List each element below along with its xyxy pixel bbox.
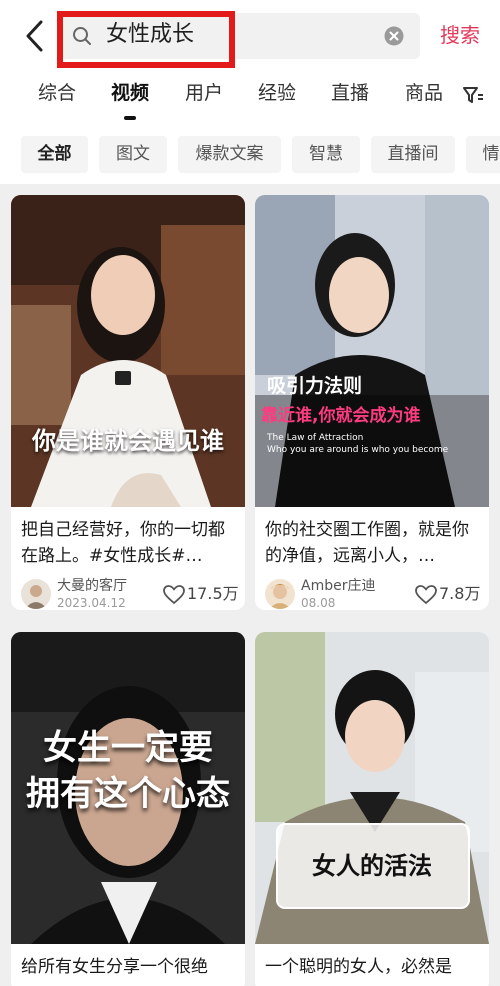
author-name[interactable]: 大曼的客厅	[57, 577, 127, 595]
thumbnail-caption: 女人的活法	[312, 852, 432, 880]
video-card[interactable]: 吸引力法则 靠近谁,你就会成为谁 The Law of Attraction W…	[255, 195, 489, 610]
like-count: 7.8万	[439, 584, 481, 603]
heart-icon[interactable]	[415, 585, 437, 605]
result-tabs: 综合 视频 用户 经验 直播 商品	[0, 72, 500, 124]
active-tab-indicator	[124, 116, 136, 120]
thumbnail-english-title: The Law of Attraction	[267, 433, 364, 443]
thumbnail-caption: 你是谁就会遇见谁	[32, 427, 224, 455]
avatar[interactable]	[265, 579, 295, 609]
post-date: 08.08	[301, 596, 336, 610]
video-card[interactable]: 女生一定要 拥有这个心态 给所有女生分享一个很绝	[11, 632, 245, 986]
video-thumbnail: 女生一定要 拥有这个心态	[11, 632, 245, 944]
top-bar: 女性成长 搜索	[0, 0, 500, 72]
thumbnail-caption-title: 吸引力法则	[267, 375, 363, 397]
tab-products[interactable]: 商品	[405, 80, 443, 106]
clear-circle-icon[interactable]	[384, 26, 404, 46]
filter-funnel-icon[interactable]	[462, 84, 484, 106]
tab-comprehensive[interactable]: 综合	[38, 80, 76, 106]
video-card[interactable]: 女人的活法 一个聪明的女人，必然是	[255, 632, 489, 986]
chip-image-text[interactable]: 图文	[99, 136, 167, 173]
video-feed: 你是谁就会遇见谁 把自己经营好，你的一切都在路上。#女性成长#… 大曼的客厅 2…	[0, 184, 500, 986]
chip-emotion[interactable]: 情	[466, 136, 500, 173]
search-button[interactable]: 搜索	[440, 20, 480, 50]
author-name[interactable]: Amber庄迪	[301, 577, 375, 595]
card-title: 把自己经营好，你的一切都在路上。#女性成长#…	[21, 520, 225, 566]
card-meta: Amber庄迪 08.08 7.8万	[265, 577, 481, 610]
filter-chips: 全部 图文 爆款文案 智慧 直播间 情	[0, 124, 500, 184]
back-chevron-icon[interactable]	[20, 18, 50, 54]
chip-live-room[interactable]: 直播间	[371, 136, 455, 173]
chip-hot-copy[interactable]: 爆款文案	[178, 136, 281, 173]
heart-icon[interactable]	[163, 585, 185, 605]
post-date: 2023.04.12	[57, 596, 126, 610]
video-card[interactable]: 你是谁就会遇见谁 把自己经营好，你的一切都在路上。#女性成长#… 大曼的客厅 2…	[11, 195, 245, 610]
tab-video[interactable]: 视频	[111, 80, 149, 106]
video-thumbnail: 你是谁就会遇见谁	[11, 195, 245, 507]
like-count: 17.5万	[187, 584, 239, 603]
tab-users[interactable]: 用户	[185, 80, 223, 106]
tab-live[interactable]: 直播	[331, 80, 369, 106]
avatar[interactable]	[21, 579, 51, 609]
card-meta: 大曼的客厅 2023.04.12 17.5万	[21, 577, 239, 610]
chip-wisdom[interactable]: 智慧	[292, 136, 360, 173]
thumbnail-english-subtitle: Who you are around is who you become	[267, 445, 449, 455]
card-title: 给所有女生分享一个很绝	[21, 957, 208, 977]
card-title: 一个聪明的女人，必然是	[265, 957, 452, 977]
card-title: 你的社交圈工作圈，就是你的净值，远离小人，…	[265, 520, 469, 566]
thumbnail-caption-subtitle: 靠近谁,你就会成为谁	[261, 406, 421, 426]
thumbnail-caption-line1: 女生一定要	[43, 728, 213, 768]
thumbnail-caption-line2: 拥有这个心态	[26, 774, 230, 814]
video-thumbnail: 女人的活法	[255, 632, 489, 944]
video-thumbnail: 吸引力法则 靠近谁,你就会成为谁 The Law of Attraction W…	[255, 195, 489, 507]
chip-all[interactable]: 全部	[21, 136, 88, 173]
tab-experience[interactable]: 经验	[258, 80, 296, 106]
search-highlight-box	[57, 11, 235, 68]
